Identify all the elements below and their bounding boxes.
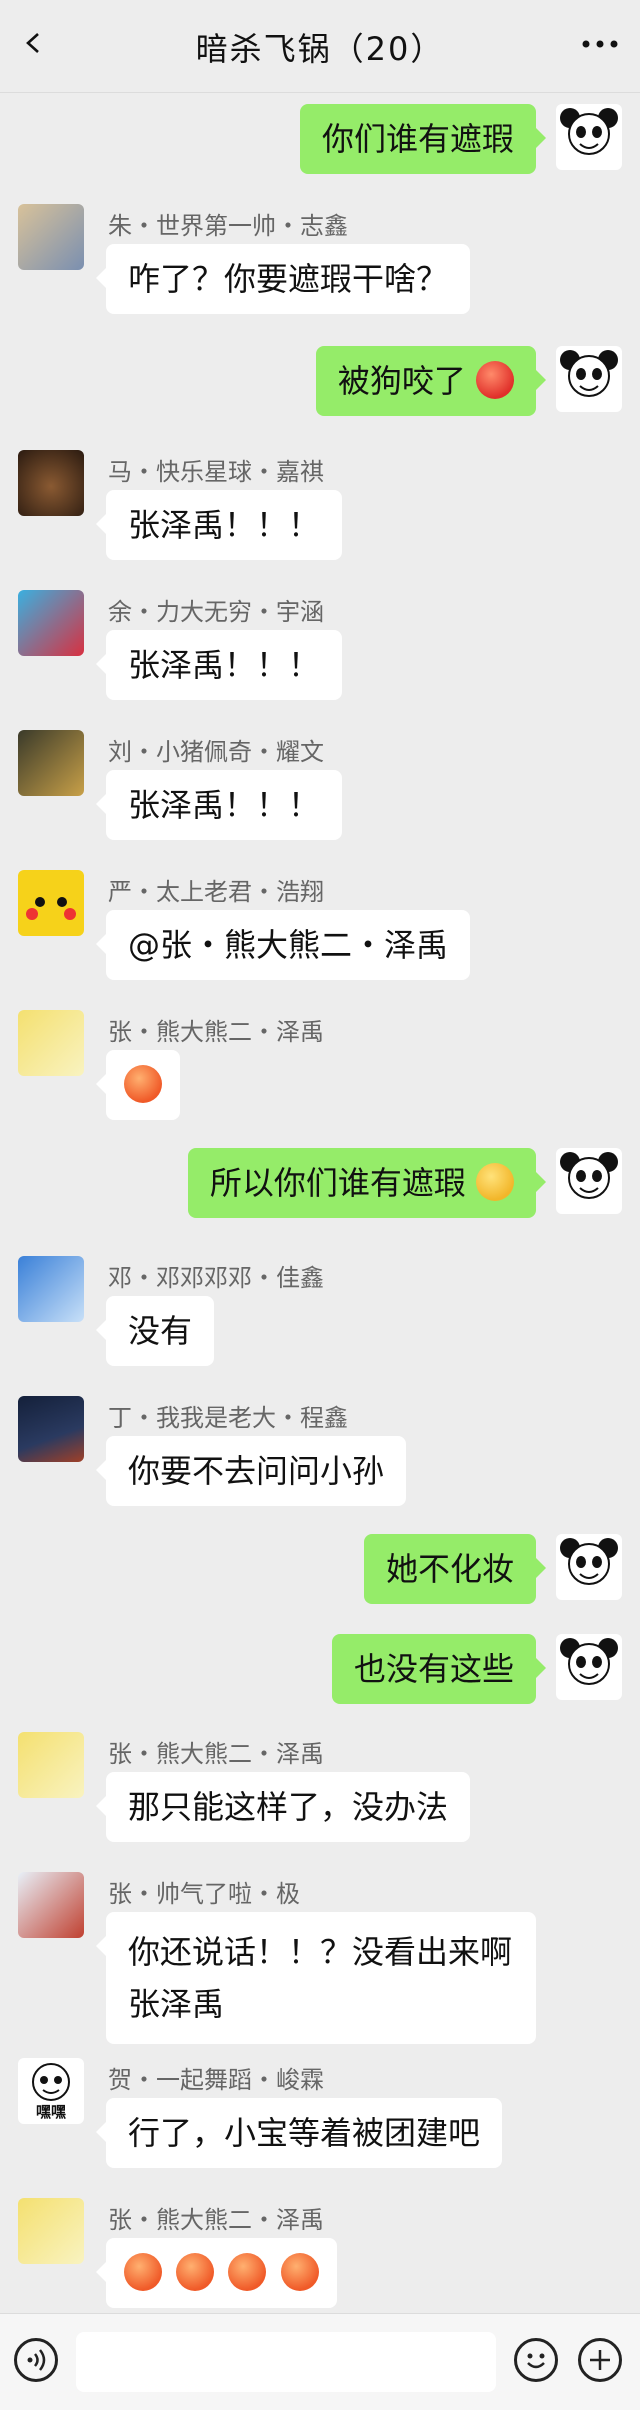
- message-bubble[interactable]: 你还说话！！？没看出来啊张泽禹: [96, 1912, 536, 2044]
- voice-icon[interactable]: [14, 2338, 58, 2382]
- message-bubble[interactable]: 那只能这样了，没办法: [95, 1772, 471, 1842]
- message-input[interactable]: [76, 2332, 496, 2392]
- message-bubble[interactable]: 行了，小宝等着被团建吧: [95, 2098, 503, 2168]
- sweat-face-emoji: [124, 2253, 162, 2291]
- panda-meme-icon: [560, 1538, 618, 1585]
- sender-name: 余・力大无穷・宇涵: [108, 598, 324, 626]
- sender-name: 张・帅气了啦・极: [108, 1880, 300, 1908]
- message-text: 所以你们谁有遮瑕: [209, 1164, 466, 1202]
- sender-avatar[interactable]: [18, 450, 84, 516]
- self-avatar[interactable]: [556, 1148, 622, 1214]
- self-avatar[interactable]: [556, 104, 622, 170]
- message-bubble[interactable]: @张・熊大熊二・泽禹: [95, 910, 471, 980]
- message-bubble[interactable]: 也没有这些: [331, 1634, 547, 1704]
- message-text: 被狗咬了: [337, 362, 466, 400]
- sender-name: 张・熊大熊二・泽禹: [108, 2206, 324, 2234]
- chat-title: 暗杀飞锅（20）: [195, 30, 445, 68]
- message-bubble[interactable]: 张泽禹！！！: [95, 770, 343, 840]
- sweat-face-emoji: [124, 1065, 162, 1103]
- sender-avatar[interactable]: [18, 1396, 84, 1462]
- message-bubble[interactable]: 你们谁有遮瑕: [299, 104, 547, 174]
- message-bubble[interactable]: 张泽禹！！！: [95, 490, 343, 560]
- pikachu-icon: [26, 897, 76, 920]
- sender-avatar[interactable]: [18, 590, 84, 656]
- plus-icon[interactable]: [578, 2338, 622, 2382]
- sender-avatar[interactable]: [18, 2198, 84, 2264]
- sender-name: 朱・世界第一帅・志鑫: [108, 212, 348, 240]
- more-dots-icon[interactable]: [580, 34, 620, 54]
- chat-input-bar: [0, 2313, 640, 2410]
- chat-header: 暗杀飞锅（20）: [0, 0, 640, 93]
- self-avatar[interactable]: [556, 1534, 622, 1600]
- sender-avatar[interactable]: [18, 204, 84, 270]
- message-bubble[interactable]: [96, 1050, 180, 1120]
- message-bubble[interactable]: 你要不去问问小孙: [95, 1436, 407, 1506]
- pleading-face-emoji: [476, 1163, 514, 1201]
- sweat-face-emoji: [280, 2253, 319, 2291]
- angry-face-emoji: [476, 361, 514, 399]
- sender-avatar[interactable]: [18, 870, 84, 936]
- self-avatar[interactable]: [556, 346, 622, 412]
- message-bubble[interactable]: [96, 2238, 337, 2308]
- sender-avatar[interactable]: [18, 1010, 84, 1076]
- sweat-face-emoji: [176, 2253, 215, 2291]
- sweat-face-emoji: [228, 2253, 267, 2291]
- sender-name: 马・快乐星球・嘉祺: [108, 458, 324, 486]
- sender-name: 严・太上老君・浩翔: [108, 878, 324, 906]
- panda-meme-icon: [560, 1638, 618, 1685]
- message-bubble[interactable]: 所以你们谁有遮瑕: [187, 1148, 547, 1218]
- sender-name: 丁・我我是老大・程鑫: [108, 1404, 348, 1432]
- message-bubble[interactable]: 她不化妆: [363, 1534, 547, 1604]
- sender-avatar[interactable]: [18, 1732, 84, 1798]
- sender-name: 邓・邓邓邓邓・佳鑫: [108, 1264, 324, 1292]
- self-avatar[interactable]: [556, 1634, 622, 1700]
- sender-name: 贺・一起舞蹈・峻霖: [108, 2066, 324, 2094]
- panda-meme-icon: [560, 1152, 618, 1199]
- sender-name: 张・熊大熊二・泽禹: [108, 1018, 324, 1046]
- panda-meme-icon: [560, 108, 618, 155]
- sender-avatar[interactable]: [18, 1256, 84, 1322]
- sender-name: 张・熊大熊二・泽禹: [108, 1740, 324, 1768]
- panda-meme-icon: [560, 350, 618, 397]
- message-bubble[interactable]: 没有: [95, 1296, 215, 1366]
- message-bubble[interactable]: 被狗咬了: [315, 346, 547, 416]
- message-bubble[interactable]: 咋了？你要遮瑕干啥？: [95, 244, 471, 314]
- sender-avatar[interactable]: 嘿嘿: [18, 2058, 84, 2124]
- smile-icon[interactable]: [514, 2338, 558, 2382]
- message-bubble[interactable]: 张泽禹！！！: [95, 630, 343, 700]
- avatar-caption: 嘿嘿: [35, 2103, 66, 2121]
- sender-avatar[interactable]: [18, 1872, 84, 1938]
- sender-avatar[interactable]: [18, 730, 84, 796]
- sender-name: 刘・小猪佩奇・耀文: [108, 738, 324, 766]
